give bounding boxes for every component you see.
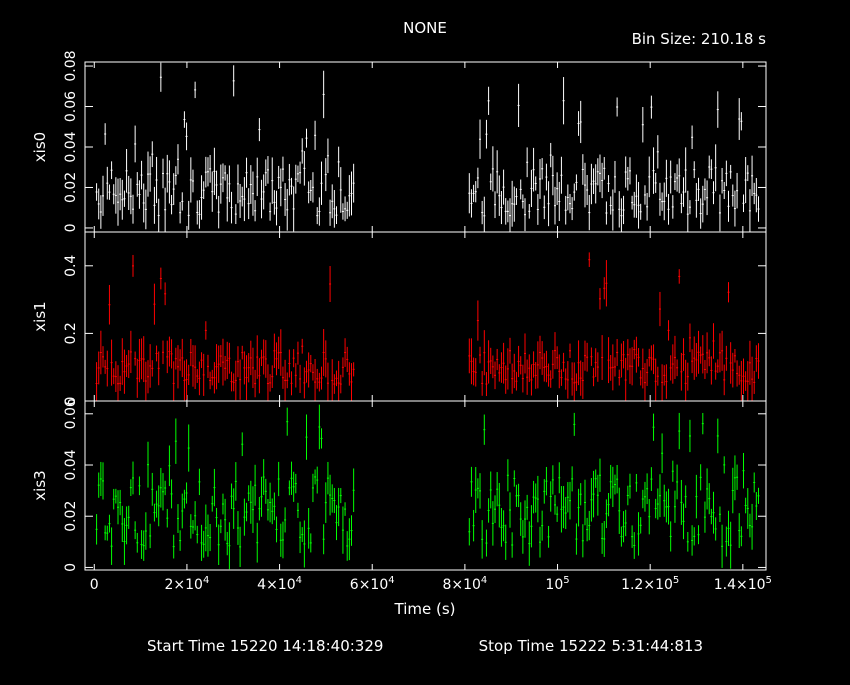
lightcurve-chart: NONE Bin Size: 210.18 s Time (s) Start T… bbox=[31, 19, 772, 655]
y-tick-label: 0 bbox=[63, 563, 79, 572]
y-tick-label: 0.2 bbox=[63, 322, 79, 344]
y-axis-label: xis0 bbox=[31, 132, 49, 162]
start-time-label: Start Time 15220 14:18:40:329 bbox=[147, 637, 383, 655]
y-axis-label: xis3 bbox=[31, 470, 49, 500]
y-tick-label: 0.4 bbox=[63, 255, 79, 277]
lightcurve-figure: NONE Bin Size: 210.18 s Time (s) Start T… bbox=[0, 0, 850, 680]
y-tick-label: 0.02 bbox=[63, 172, 79, 203]
x-tick-label: 4×104 bbox=[257, 575, 302, 593]
stop-time-label: Stop Time 15222 5:31:44:813 bbox=[479, 637, 703, 655]
x-tick-label: 2×104 bbox=[165, 575, 210, 593]
y-tick-label: 0.08 bbox=[63, 50, 79, 81]
y-tick-label: 0.04 bbox=[63, 449, 79, 480]
x-tick-label: 1.2×105 bbox=[621, 575, 679, 593]
plot-area: 0 0.02 0.04 0.06 0.08 xis0 0 0.2 0.4 xis1 0 0.02 0.0… bbox=[31, 50, 772, 593]
chart-title: NONE bbox=[403, 19, 447, 37]
x-tick-label: 0 bbox=[90, 577, 99, 593]
x-tick-label: 6×104 bbox=[350, 575, 395, 593]
y-tick-label: 0.04 bbox=[63, 131, 79, 162]
y-tick-label: 0.06 bbox=[63, 91, 79, 122]
y-tick-label: 0.06 bbox=[63, 398, 79, 429]
y-axis-label: xis1 bbox=[31, 301, 49, 331]
x-tick-label: 8×104 bbox=[442, 575, 487, 593]
y-tick-label: 0.02 bbox=[63, 501, 79, 532]
x-tick-label: 105 bbox=[545, 575, 569, 593]
y-tick-label: 0 bbox=[63, 223, 79, 232]
bin-size-label: Bin Size: 210.18 s bbox=[632, 30, 767, 48]
x-axis-label: Time (s) bbox=[394, 600, 456, 618]
x-tick-label: 1.4×105 bbox=[714, 575, 772, 593]
